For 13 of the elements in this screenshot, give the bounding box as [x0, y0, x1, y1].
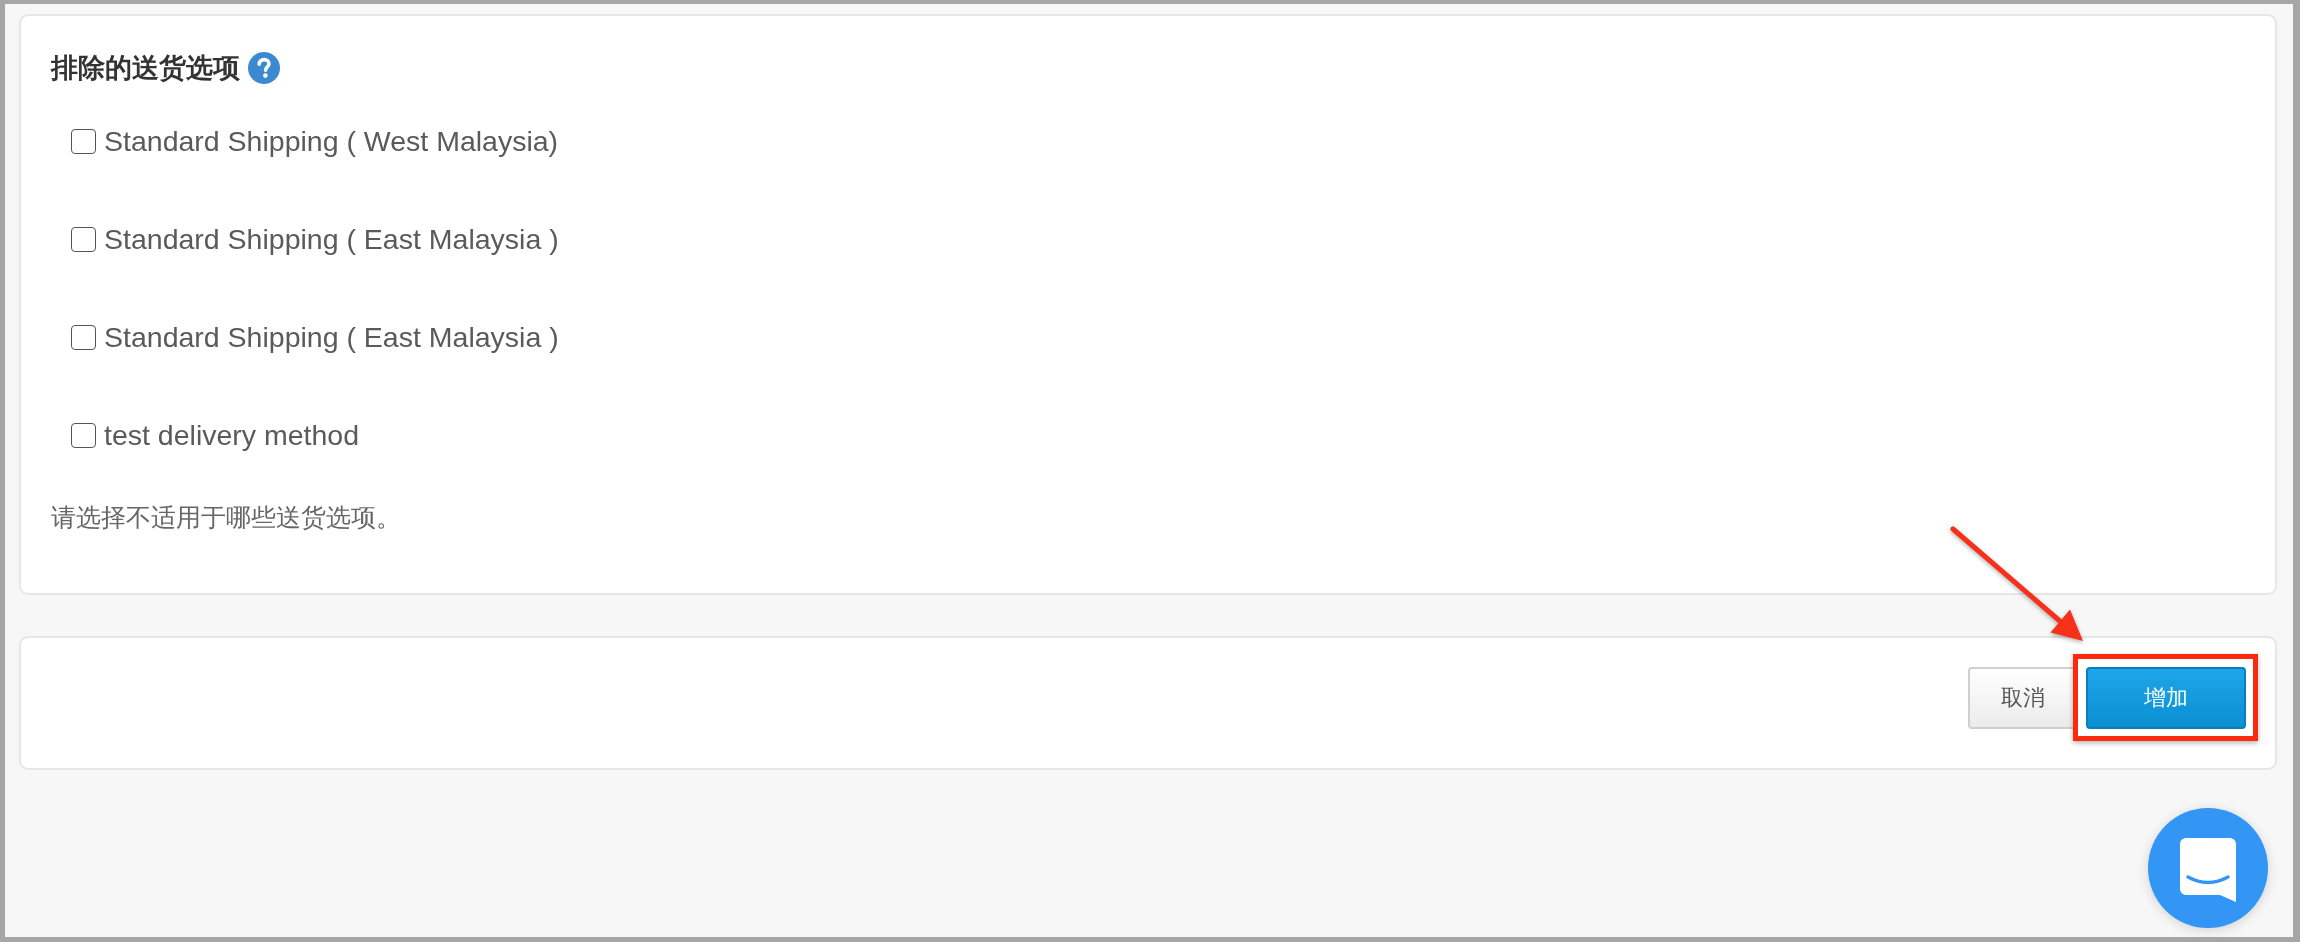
chat-icon [2180, 838, 2236, 902]
option-label[interactable]: Standard Shipping ( East Malaysia ) [104, 319, 559, 355]
option-label[interactable]: Standard Shipping ( East Malaysia ) [104, 221, 559, 257]
checkbox[interactable] [71, 324, 96, 350]
checkbox[interactable] [71, 226, 96, 252]
chat-button[interactable] [2148, 808, 2268, 928]
checkbox[interactable] [71, 422, 96, 448]
option-label[interactable]: Standard Shipping ( West Malaysia) [104, 123, 559, 159]
help-text: 请选择不适用于哪些送货选项。 [51, 502, 401, 533]
section-title: 排除的送货选项 [51, 52, 240, 85]
checkbox[interactable] [71, 128, 96, 154]
help-icon[interactable] [248, 52, 280, 84]
option-label[interactable]: test delivery method [104, 417, 360, 453]
